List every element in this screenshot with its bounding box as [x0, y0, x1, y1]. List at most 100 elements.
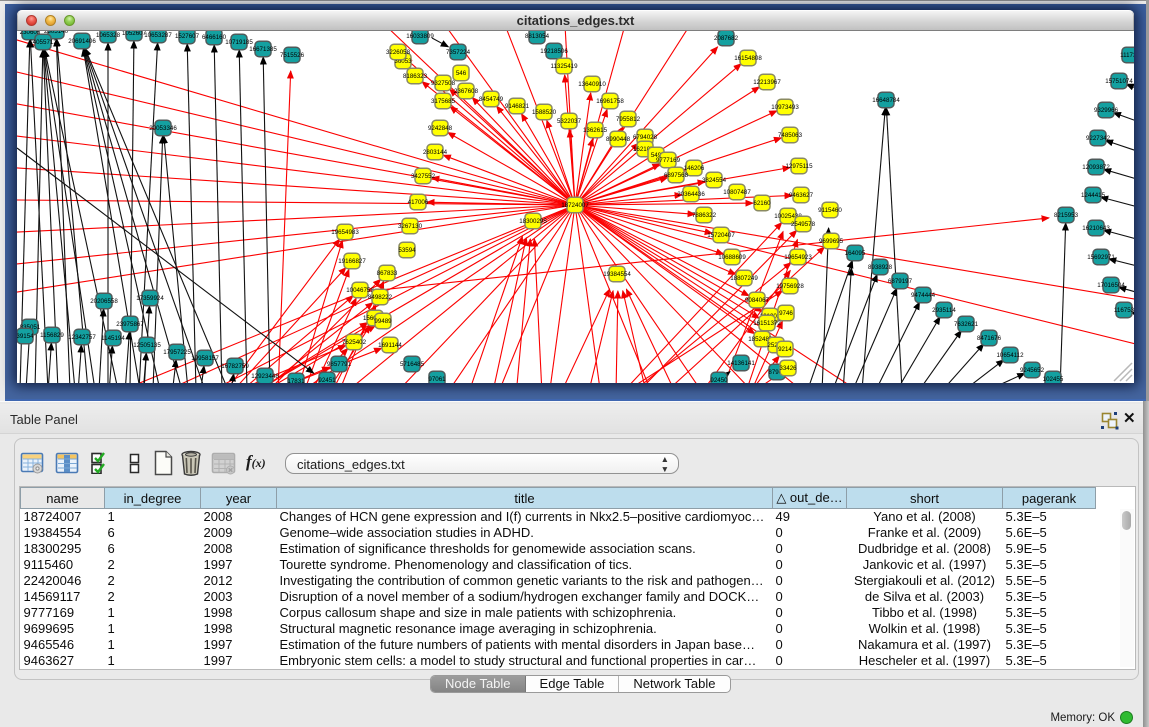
svg-text:8454749: 8454749: [479, 96, 504, 103]
svg-text:9857791: 9857791: [327, 361, 352, 368]
svg-text:8471676: 8471676: [977, 335, 1002, 342]
svg-text:9115460: 9115460: [818, 207, 842, 214]
svg-text:1527607: 1527607: [175, 33, 200, 40]
svg-text:39154: 39154: [17, 333, 34, 340]
svg-text:9245652: 9245652: [1020, 367, 1045, 374]
svg-text:12213967: 12213967: [753, 79, 781, 86]
svg-text:17957225: 17957225: [163, 349, 191, 356]
svg-text:19218506: 19218506: [540, 48, 568, 55]
svg-text:6466160: 6466160: [202, 34, 227, 41]
svg-text:19958157: 19958157: [191, 355, 219, 362]
svg-text:7886322: 7886322: [692, 212, 717, 219]
svg-text:10973493: 10973493: [771, 104, 799, 111]
svg-text:12505135: 12505135: [133, 342, 161, 349]
svg-text:12342757: 12342757: [68, 334, 96, 341]
svg-text:3226058: 3226058: [386, 49, 411, 56]
svg-text:8938928: 8938928: [868, 264, 893, 271]
svg-text:16671385: 16671385: [249, 46, 277, 53]
svg-text:15751074: 15751074: [1105, 78, 1133, 85]
svg-text:10046758: 10046758: [346, 287, 374, 294]
svg-text:1691144: 1691144: [378, 342, 402, 349]
svg-text:14136141: 14136141: [727, 360, 755, 367]
svg-text:9084067: 9084067: [745, 297, 770, 304]
svg-text:9463627: 9463627: [789, 192, 814, 199]
svg-text:7632621: 7632621: [954, 321, 979, 328]
svg-text:1065328: 1065328: [96, 32, 121, 39]
svg-text:146206: 146206: [684, 165, 705, 172]
svg-text:2935114: 2935114: [932, 307, 956, 314]
svg-text:97061: 97061: [428, 376, 446, 383]
svg-text:16151372: 16151372: [753, 320, 781, 327]
svg-text:62160: 62160: [753, 200, 771, 207]
svg-text:19384554: 19384554: [603, 271, 631, 278]
svg-text:2367608: 2367608: [454, 88, 479, 95]
svg-text:15692971: 15692971: [1087, 254, 1115, 261]
svg-text:2803144: 2803144: [423, 149, 448, 156]
svg-text:6897568: 6897568: [664, 172, 689, 179]
svg-text:10654112: 10654112: [996, 352, 1024, 359]
svg-text:18300295: 18300295: [519, 218, 547, 225]
svg-text:18724007: 18724007: [561, 202, 589, 209]
svg-text:8990448: 8990448: [606, 136, 631, 143]
svg-text:13640910: 13640910: [578, 81, 606, 88]
svg-text:116753: 116753: [1114, 307, 1134, 314]
svg-text:92451: 92451: [318, 377, 336, 383]
svg-text:19166827: 19166827: [338, 258, 366, 265]
svg-text:20364436: 20364436: [677, 191, 705, 198]
svg-text:3267130: 3267130: [398, 223, 423, 230]
svg-text:17016504: 17016504: [1097, 282, 1125, 289]
svg-text:10688609: 10688609: [718, 254, 746, 261]
svg-text:9327508: 9327508: [431, 80, 456, 87]
svg-text:10807487: 10807487: [723, 189, 751, 196]
svg-text:16154808: 16154808: [734, 55, 762, 62]
svg-text:99489: 99489: [374, 318, 392, 325]
svg-text:33426: 33426: [779, 365, 797, 372]
svg-text:1362615: 1362615: [583, 127, 608, 134]
svg-text:2549578: 2549578: [791, 221, 816, 228]
svg-text:11325419: 11325419: [550, 63, 578, 70]
svg-text:20691406: 20691406: [68, 38, 96, 45]
svg-text:9699695: 9699695: [819, 238, 844, 245]
svg-text:1156829: 1156829: [40, 332, 64, 339]
svg-text:15720407: 15720407: [707, 232, 735, 239]
svg-text:1145194: 1145194: [101, 335, 125, 342]
svg-text:9474444: 9474444: [911, 292, 936, 299]
svg-text:12093872: 12093872: [1082, 164, 1110, 171]
svg-text:164095: 164095: [845, 250, 866, 257]
svg-text:92450: 92450: [710, 377, 728, 383]
svg-text:9329966: 9329966: [1094, 107, 1119, 114]
svg-text:3175685: 3175685: [431, 98, 456, 105]
svg-text:2087682: 2087682: [714, 35, 739, 42]
svg-text:53594: 53594: [398, 247, 416, 254]
svg-text:23975867: 23975867: [116, 321, 144, 328]
svg-text:10653287: 10653287: [144, 32, 172, 39]
svg-text:417006: 417006: [408, 199, 429, 206]
svg-text:17831: 17831: [287, 378, 305, 383]
svg-text:9242848: 9242848: [428, 125, 453, 132]
svg-text:18807249: 18807249: [730, 275, 758, 282]
svg-text:17359924: 17359924: [136, 295, 164, 302]
svg-text:1588520: 1588520: [532, 109, 557, 116]
svg-text:16210643: 16210643: [1082, 225, 1110, 232]
svg-text:16033809: 16033809: [406, 33, 434, 40]
svg-text:1052607: 1052607: [122, 31, 147, 37]
svg-text:7515526: 7515526: [280, 52, 305, 59]
svg-text:8498222: 8498222: [368, 294, 393, 301]
svg-text:19654923: 19654923: [784, 254, 812, 261]
svg-text:19756928: 19756928: [776, 283, 804, 290]
svg-text:546: 546: [456, 70, 467, 77]
svg-text:8186323: 8186323: [403, 73, 428, 80]
svg-text:16648784: 16648784: [872, 97, 900, 104]
svg-text:9746: 9746: [779, 310, 793, 317]
svg-text:16961758: 16961758: [596, 98, 624, 105]
svg-text:7485063: 7485063: [778, 132, 803, 139]
svg-text:5716485: 5716485: [400, 361, 425, 368]
svg-text:7955812: 7955812: [616, 116, 641, 123]
svg-text:1244415: 1244415: [1081, 192, 1106, 199]
svg-text:3427552: 3427552: [411, 173, 436, 180]
svg-text:5322037: 5322037: [557, 118, 582, 125]
svg-text:9214: 9214: [778, 346, 792, 353]
svg-text:6879197: 6879197: [888, 278, 913, 285]
svg-text:12923448: 12923448: [251, 373, 279, 380]
svg-text:8215953: 8215953: [1054, 212, 1079, 219]
